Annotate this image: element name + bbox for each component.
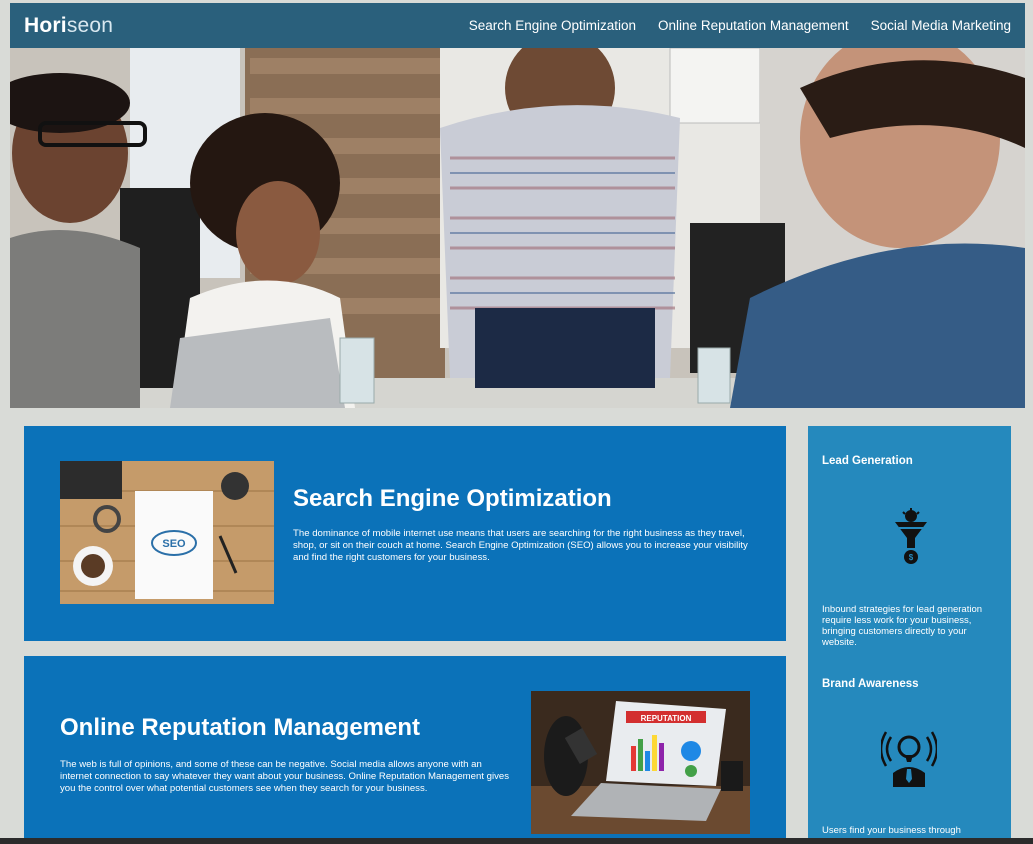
orm-image-text: REPUTATION xyxy=(641,714,692,723)
orm-image: REPUTATION xyxy=(531,691,750,834)
nav-link-smm[interactable]: Social Media Marketing xyxy=(871,18,1011,33)
brand-awareness-text: Users find your business through xyxy=(822,825,961,836)
bottom-strip xyxy=(0,838,1033,844)
brand-awareness-icon xyxy=(879,729,939,794)
hero-photo-illustration xyxy=(10,48,1025,408)
brand-awareness-title: Brand Awareness xyxy=(822,678,919,690)
hero-image xyxy=(10,48,1025,408)
lead-generation-title: Lead Generation xyxy=(822,455,913,467)
site-header: Horiseon Search Engine Optimization Onli… xyxy=(10,3,1025,48)
orm-title: Online Reputation Management xyxy=(60,714,421,741)
seo-image-text: SEO xyxy=(162,538,186,550)
logo-rest: seon xyxy=(66,13,114,37)
seo-image: SEO xyxy=(60,461,274,604)
seo-section: SEO Search Engine Optimization The domin… xyxy=(24,426,786,641)
nav-link-orm[interactable]: Online Reputation Management xyxy=(658,18,849,33)
site-logo[interactable]: Horiseon xyxy=(24,14,113,38)
benefits-sidebar: Lead Generation $ Inbound strategies for… xyxy=(808,426,1011,844)
logo-main: Hori xyxy=(24,13,67,37)
main-nav: Search Engine Optimization Online Reputa… xyxy=(469,18,1011,33)
lead-funnel-icon: $ xyxy=(893,508,929,571)
seo-title: Search Engine Optimization xyxy=(293,485,612,512)
orm-body: The web is full of opinions, and some of… xyxy=(60,759,510,794)
svg-text:$: $ xyxy=(909,553,914,562)
seo-body: The dominance of mobile internet use mea… xyxy=(293,528,748,563)
orm-section: Online Reputation Management The web is … xyxy=(24,656,786,844)
nav-link-seo[interactable]: Search Engine Optimization xyxy=(469,18,636,33)
lead-generation-text: Inbound strategies for lead generation r… xyxy=(822,604,983,648)
